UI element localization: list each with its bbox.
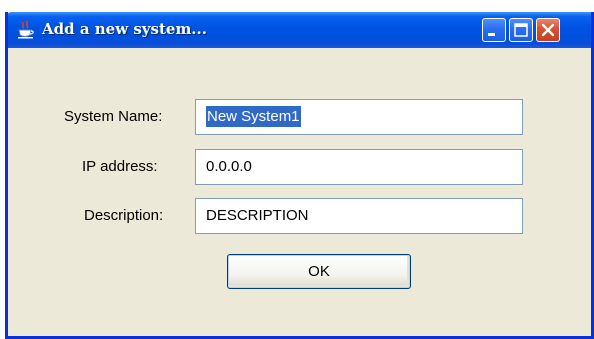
system-name-value: New System1 [206, 106, 301, 127]
system-name-label: System Name: [64, 108, 163, 125]
java-cup-icon [16, 20, 36, 40]
description-label: Description: [84, 207, 164, 224]
system-name-field[interactable]: New System1 [195, 99, 523, 135]
close-icon [541, 23, 555, 37]
window-title: Add a new system... [42, 20, 207, 38]
minimize-button[interactable] [482, 18, 506, 42]
maximize-icon [514, 23, 528, 37]
title-bar[interactable]: Add a new system... [8, 12, 591, 48]
minimize-icon [488, 33, 495, 36]
close-button[interactable] [536, 18, 560, 42]
ip-address-label: IP address: [82, 158, 158, 175]
ok-button[interactable]: OK [227, 254, 411, 289]
description-field[interactable]: DESCRIPTION [195, 198, 523, 234]
maximize-button[interactable] [509, 18, 533, 42]
ip-address-field[interactable]: 0.0.0.0 [195, 149, 523, 185]
dialog-window: Add a new system... System Name: New Sys… [5, 12, 594, 339]
